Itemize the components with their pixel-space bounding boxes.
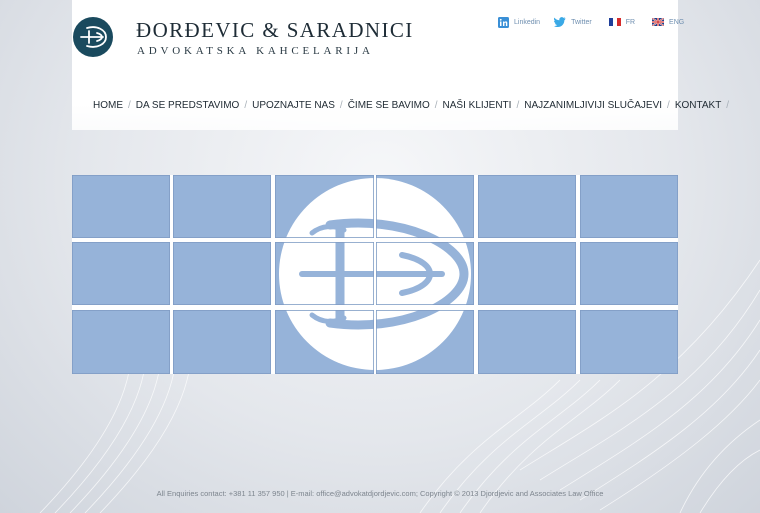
footer-contact: All Enquiries contact: +381 11 357 950 |… [156,489,604,498]
nav-item-clients[interactable]: NAŠI KLIJENTI [443,100,512,111]
nav-item-practice[interactable]: ČIME SE BAVIMO [348,100,430,111]
flag-fr-icon [608,18,621,26]
lang-eng-label: ENG [669,18,685,26]
twitter-link[interactable]: Twitter [554,17,592,27]
twitter-label: Twitter [571,18,592,26]
nav-separator: / [244,100,248,111]
nav-item-contact[interactable]: KONTAKT [675,100,721,111]
linkedin-icon [498,16,509,28]
nav-item-team[interactable]: UPOZNAJTE NAS [252,100,335,111]
nav-separator: / [128,100,131,111]
logo-trident-icon[interactable] [73,17,113,57]
linkedin-label: Linkedin [514,18,541,26]
nav-separator: / [339,100,343,111]
flag-uk-icon [652,18,665,26]
nav-separator: / [667,100,670,111]
main-nav: HOME / DA SE PREDSTAVIMO / UPOZNAJTE NAS… [93,100,734,111]
nav-separator: / [516,100,520,111]
tile-grid [72,175,678,374]
nav-item-cases[interactable]: NAJZANIMLJIVIJI SLUČAJEVI [524,100,662,111]
lang-fr-link[interactable]: FR [608,18,636,26]
brand-subtitle: ADVOKATSKA KAHCELARIJA [137,45,374,57]
nav-separator: / [726,100,730,111]
linkedin-link[interactable]: Linkedin [498,16,541,28]
nav-item-home[interactable]: HOME [93,100,123,111]
nav-item-about[interactable]: DA SE PREDSTAVIMO [136,100,240,111]
brand-name: ĐORĐEVIC & SARADNICI [136,18,414,42]
tile-grid-graphic [72,175,678,374]
nav-separator: / [434,100,438,111]
twitter-icon [554,17,566,27]
top-links: Linkedin Twitter FR ENG [498,15,684,29]
lang-eng-link[interactable]: ENG [652,18,684,26]
lang-fr-label: FR [625,18,636,26]
